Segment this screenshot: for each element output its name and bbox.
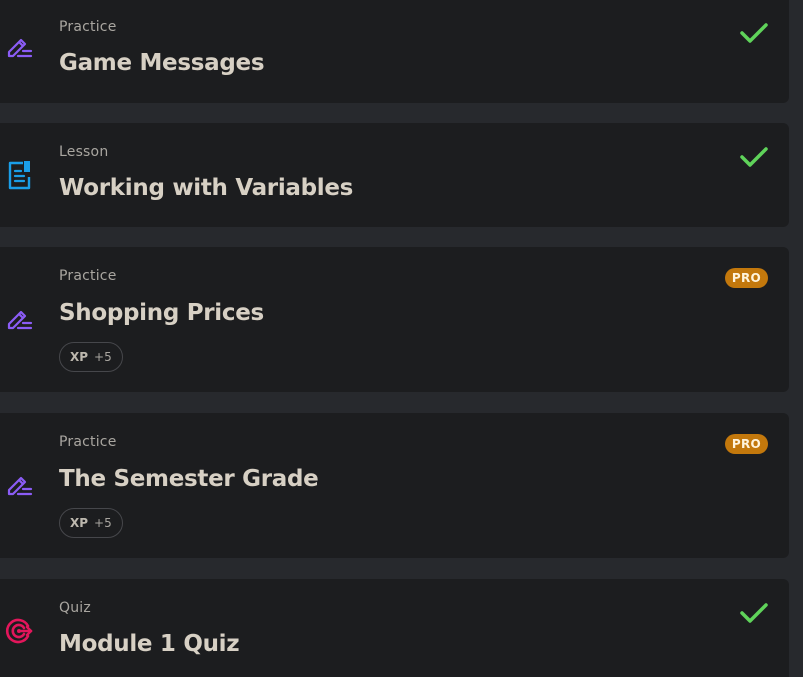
checkmark-icon [740,603,768,623]
lesson-card-game-messages[interactable]: Practice Game Messages [0,0,789,103]
xp-reward-badge: XP +5 [59,342,123,372]
lesson-title: The Semester Grade [59,466,319,492]
pro-badge: PRO [724,434,768,454]
document-icon [4,160,34,190]
xp-value: +5 [94,350,112,364]
xp-value: +5 [94,516,112,530]
pro-badge: PRO [724,268,768,288]
lesson-type-label: Practice [59,268,117,284]
lesson-card-shopping-prices[interactable]: Practice Shopping Prices PRO XP +5 [0,247,789,392]
lesson-card-working-with-variables[interactable]: Lesson Working with Variables [0,123,789,227]
lesson-type-label: Quiz [59,600,91,616]
pencil-lines-icon [4,304,34,334]
lesson-title: Game Messages [59,50,265,76]
lesson-list: Practice Game Messages Lesson Working wi… [0,0,803,677]
lesson-title: Module 1 Quiz [59,631,240,657]
lesson-card-semester-grade[interactable]: Practice The Semester Grade PRO XP +5 [0,413,789,558]
xp-label: XP [70,350,89,364]
lesson-type-label: Lesson [59,144,109,160]
xp-label: XP [70,516,89,530]
lesson-title: Working with Variables [59,175,354,201]
lesson-title: Shopping Prices [59,300,264,326]
checkmark-icon [740,23,768,43]
xp-reward-badge: XP +5 [59,508,123,538]
lesson-card-module-1-quiz[interactable]: Quiz Module 1 Quiz [0,579,789,677]
lesson-type-label: Practice [59,19,117,35]
lesson-type-label: Practice [59,434,117,450]
target-icon [4,616,34,646]
checkmark-icon [740,147,768,167]
pencil-lines-icon [4,470,34,500]
pencil-lines-icon [4,32,34,62]
